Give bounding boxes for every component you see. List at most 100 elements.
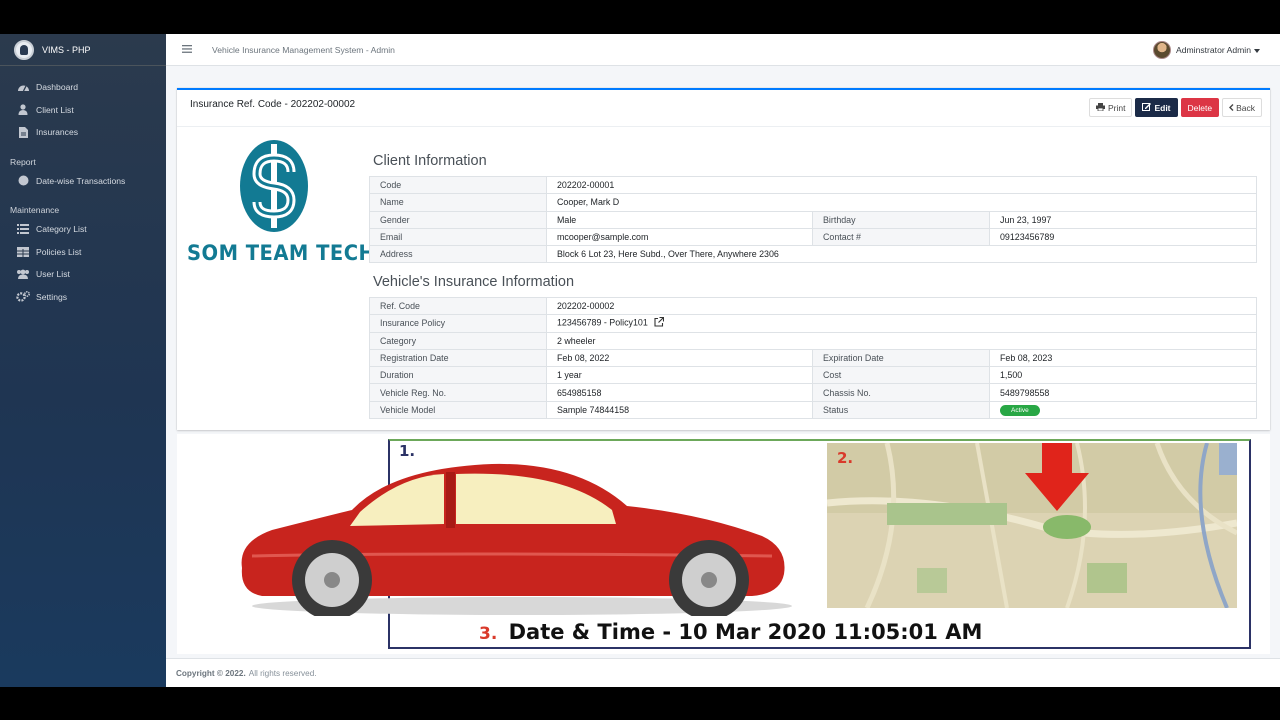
edit-label: Edit (1154, 102, 1171, 113)
sidebar-item-label: User List (36, 269, 70, 280)
print-button[interactable]: Print (1088, 98, 1133, 117)
status-cell: Active (989, 400, 1257, 420)
sidebar-item-user-list[interactable]: User List (0, 263, 166, 286)
reg-date-value: Feb 08, 2022 (546, 348, 813, 368)
back-label: Back (1236, 102, 1255, 113)
footer: Copyright © 2022. All rights reserved. (166, 658, 1280, 687)
print-icon (1095, 102, 1105, 113)
map-icon (827, 443, 1237, 608)
card-tools: Print Edit Delete Back (1088, 98, 1262, 117)
list-icon (16, 223, 30, 235)
table-row: Gender Male Birthday Jun 23, 1997 (369, 210, 1257, 229)
insurance-detail-card: Insurance Ref. Code - 202202-00002 Print… (177, 88, 1270, 430)
cost-value: 1,500 (989, 366, 1257, 385)
code-label: Code (369, 175, 547, 195)
sidebar-item-client-list[interactable]: Client List (0, 99, 166, 122)
sidebar-item-label: Client List (36, 104, 74, 115)
table-row: Vehicle Model Sample 74844158 Status Act… (369, 400, 1257, 420)
vehicle-info-heading: Vehicle's Insurance Information (373, 274, 575, 290)
topbar: Vehicle Insurance Management System - Ad… (166, 34, 1280, 66)
users-icon (16, 268, 30, 280)
vehicle-info-table: Ref. Code 202202-00002 Insurance Policy … (369, 296, 1257, 420)
client-info-heading: Client Information (373, 153, 487, 169)
back-button[interactable]: Back (1222, 98, 1262, 117)
sidebar-item-label: Category List (36, 224, 87, 235)
sidebar-item-category-list[interactable]: Category List (0, 218, 166, 241)
name-label: Name (369, 193, 547, 212)
policy-link[interactable]: 123456789 - Policy101 (557, 318, 648, 328)
som-logo-icon (240, 140, 308, 232)
birthday-label: Birthday (812, 210, 990, 229)
gender-value: Male (546, 210, 813, 229)
cogs-icon (16, 291, 30, 303)
app-window: VIMS - PHP Dashboard Client List Insuran… (0, 34, 1280, 687)
exp-date-value: Feb 08, 2023 (989, 348, 1257, 368)
client-info-table: Code 202202-00001 Name Cooper, Mark D Ge… (369, 175, 1257, 264)
status-label: Status (812, 400, 990, 420)
card-title: Insurance Ref. Code - 202202-00002 (190, 99, 356, 110)
policy-cell: 123456789 - Policy101 (546, 314, 1257, 333)
gender-label: Gender (369, 210, 547, 229)
category-value: 2 wheeler (546, 331, 1257, 350)
sidebar-item-dashboard[interactable]: Dashboard (0, 76, 166, 99)
maintenance-nav: Category List Policies List User List Se… (0, 218, 166, 308)
brand[interactable]: VIMS - PHP (0, 34, 166, 66)
chassis-value: 5489798558 (989, 383, 1257, 402)
model-label: Vehicle Model (369, 400, 547, 420)
table-row: Address Block 6 Lot 23, Here Subd., Over… (369, 245, 1257, 264)
chevron-left-icon (1229, 103, 1234, 113)
reg-date-label: Registration Date (369, 348, 547, 368)
name-value: Cooper, Mark D (546, 193, 1257, 212)
reg-no-value: 654985158 (546, 383, 813, 402)
company-logo: SOM TEAM TECH (187, 138, 376, 268)
duration-value: 1 year (546, 366, 813, 385)
caret-down-icon (1254, 45, 1260, 55)
rights-text: All rights reserved. (248, 668, 317, 678)
sidebar-item-settings[interactable]: Settings (0, 286, 166, 309)
table-row: Insurance Policy 123456789 - Policy101 (369, 314, 1257, 333)
table-row: Code 202202-00001 (369, 175, 1257, 195)
sidebar-item-date-wise-transactions[interactable]: Date-wise Transactions (0, 170, 166, 193)
system-title: Vehicle Insurance Management System - Ad… (212, 44, 395, 55)
address-value: Block 6 Lot 23, Here Subd., Over There, … (546, 245, 1257, 264)
model-value: Sample 74844158 (546, 400, 813, 420)
policy-label: Insurance Policy (369, 314, 547, 333)
delete-button[interactable]: Delete (1180, 98, 1220, 117)
avatar (1153, 40, 1171, 59)
edit-icon (1142, 102, 1152, 113)
label-2: 2. (837, 449, 854, 467)
external-link-icon[interactable] (654, 317, 665, 329)
sidebar-item-label: Dashboard (36, 82, 79, 93)
report-nav: Date-wise Transactions (0, 170, 166, 193)
sidebar-item-label: Date-wise Transactions (36, 175, 126, 186)
user-avatar-icon (14, 39, 34, 60)
nav-header-report: Report (10, 156, 36, 167)
red-car-icon (241, 463, 792, 616)
dashboard-icon (16, 81, 30, 93)
status-badge: Active (1000, 404, 1040, 416)
sidebar-item-policies-list[interactable]: Policies List (0, 241, 166, 264)
map-image (827, 443, 1237, 608)
hamburger-menu-icon[interactable] (182, 44, 194, 56)
file-icon (16, 126, 30, 138)
sidebar-item-insurances[interactable]: Insurances (0, 121, 166, 144)
contact-value: 09123456789 (989, 227, 1257, 247)
print-label: Print (1107, 102, 1126, 113)
caption-text: Date & Time - 10 Mar 2020 11:05:01 AM (508, 620, 983, 644)
table-row: Category 2 wheeler (369, 331, 1257, 350)
address-label: Address (369, 245, 547, 264)
code-value: 202202-00001 (546, 175, 1257, 195)
email-label: Email (369, 227, 547, 247)
sidebar-nav: Dashboard Client List Insurances (0, 76, 166, 144)
sidebar: VIMS - PHP Dashboard Client List Insuran… (0, 34, 166, 687)
user-menu[interactable]: Adminstrator Admin (1153, 40, 1260, 59)
company-name: SOM TEAM TECH (187, 241, 376, 265)
edit-button[interactable]: Edit (1135, 98, 1178, 117)
table-row: Ref. Code 202202-00002 (369, 296, 1257, 316)
copyright: Copyright © 2022. (176, 668, 246, 678)
birthday-value: Jun 23, 1997 (989, 210, 1257, 229)
table-row: Vehicle Reg. No. 654985158 Chassis No. 5… (369, 383, 1257, 402)
reg-no-label: Vehicle Reg. No. (369, 383, 547, 402)
user-icon (16, 104, 30, 116)
user-name: Adminstrator Admin (1176, 44, 1251, 55)
